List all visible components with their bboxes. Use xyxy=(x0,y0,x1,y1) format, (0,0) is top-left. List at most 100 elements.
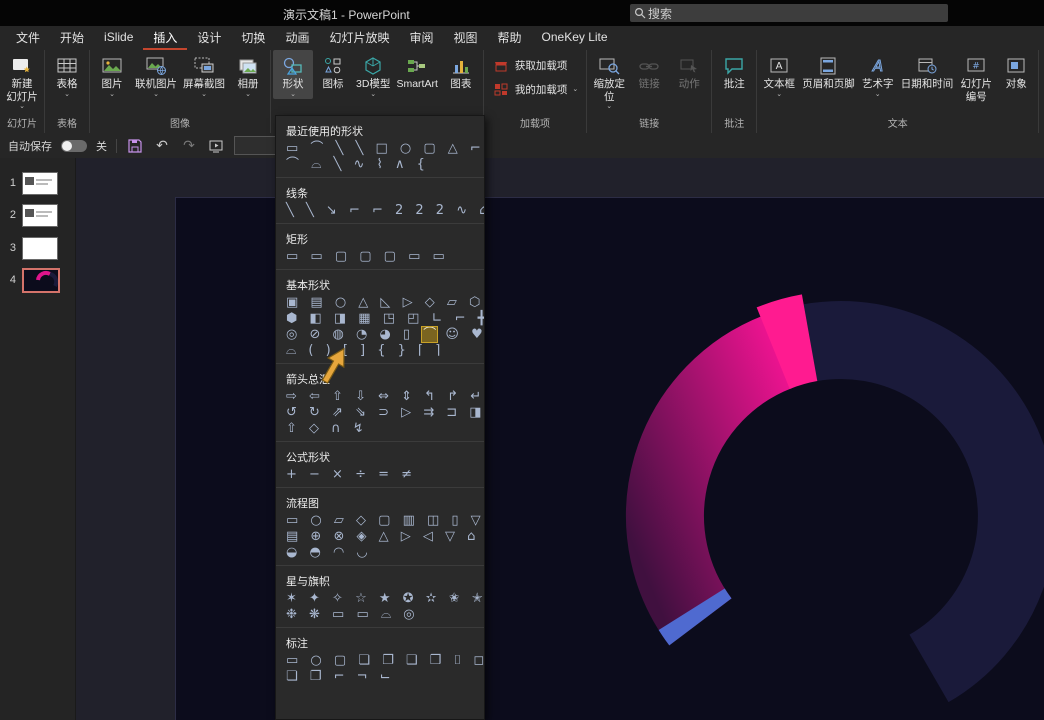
store-icon xyxy=(492,57,510,73)
tab-transitions[interactable]: 切换 xyxy=(231,26,275,50)
group-label-addins: 加载项 xyxy=(486,114,584,133)
tab-insert[interactable]: 插入 xyxy=(143,26,187,50)
thumbnail-preview[interactable] xyxy=(22,204,58,227)
save-icon[interactable] xyxy=(126,137,144,155)
thumbnail-preview-selected[interactable] xyxy=(22,268,60,293)
tab-slideshow[interactable]: 幻灯片放映 xyxy=(319,26,399,50)
photo-album-button[interactable]: 相册 ⌄ xyxy=(228,50,268,99)
shape-row[interactable]: ╲ ╲ ↘ ⌐ ⌐ 2 2 2 ∿ ⌂ ╱ xyxy=(276,203,484,219)
zoom-slide-icon xyxy=(596,54,622,78)
group-label-table: 表格 xyxy=(47,114,87,133)
editing-canvas xyxy=(75,158,1044,720)
table-button[interactable]: 表格 ⌄ xyxy=(47,50,87,99)
get-addins-button[interactable]: 获取加载项 xyxy=(486,54,584,76)
action-button[interactable]: 动作 xyxy=(669,50,709,92)
textbox-button[interactable]: A 文本框 ⌄ xyxy=(759,50,799,99)
shape-row[interactable]: ↺ ↻ ⇗ ⇘ ⊃ ▷ ⇉ ⊐ ◨ ◧ ◫ xyxy=(276,405,484,421)
new-slide-button[interactable]: 新建 幻灯片 ⌄ xyxy=(2,50,42,111)
shape-row[interactable]: ❉ ❋ ▭ ▭ ⌓ ◎ xyxy=(276,607,484,623)
tab-animations[interactable]: 动画 xyxy=(275,26,319,50)
chevron-down-icon: ⌄ xyxy=(19,103,25,110)
tab-onekey-lite[interactable]: OneKey Lite xyxy=(532,26,618,50)
search-box[interactable]: 搜索 xyxy=(630,4,948,22)
3d-model-button[interactable]: 3D模型 ⌄ xyxy=(353,50,393,99)
section-header: 线条 xyxy=(276,182,484,203)
textbox-icon: A xyxy=(766,54,792,78)
arc-shape-highlighted[interactable]: ⌒ xyxy=(422,327,437,342)
chevron-down-icon: ⌄ xyxy=(606,103,612,110)
shape-row[interactable]: + − × ÷ = ≠ xyxy=(276,467,484,483)
tab-file[interactable]: 文件 xyxy=(6,26,50,50)
workspace: 1 2 3 4 xyxy=(0,158,1044,720)
my-addins-button[interactable]: 我的加载项 ⌄ xyxy=(486,78,584,100)
shape-row[interactable]: ▭ ○ ▱ ◇ ▢ ▥ ◫ ▯ ▽ ◁ △ xyxy=(276,513,484,529)
online-picture-button[interactable]: 联机图片 ⌄ xyxy=(132,50,180,99)
screenshot-button[interactable]: 屏幕截图 ⌄ xyxy=(180,50,228,99)
object-icon xyxy=(1003,54,1029,78)
redo-icon[interactable]: ↷ xyxy=(180,137,198,155)
smartart-icon xyxy=(404,54,430,78)
slideshow-grid-icon[interactable] xyxy=(207,137,225,155)
my-addins-icon xyxy=(492,81,510,97)
slide-thumbnail-1[interactable]: 1 xyxy=(0,170,75,196)
chart-button[interactable]: 图表 xyxy=(441,50,481,92)
tab-home[interactable]: 开始 xyxy=(50,26,94,50)
shape-row[interactable]: ▤ ⊕ ⊗ ◈ △ ▷ ◁ ▽ ⌂ ◊ ⬡ xyxy=(276,529,484,545)
section-block-arrows: 箭头总汇 ⇨ ⇦ ⇧ ⇩ ⇔ ⇕ ↰ ↱ ↵ ↴ ⇗ ↺ ↻ ⇗ ⇘ ⊃ ▷ ⇉… xyxy=(276,363,484,437)
comment-button[interactable]: 批注 xyxy=(714,50,754,92)
shapes-button[interactable]: 形状 ⌄ xyxy=(273,50,313,99)
tab-view[interactable]: 视图 xyxy=(443,26,487,50)
shape-row[interactable]: ❏ ❐ ⌐ ¬ ⌙ xyxy=(276,669,484,685)
shape-row[interactable]: ⇨ ⇦ ⇧ ⇩ ⇔ ⇕ ↰ ↱ ↵ ↴ ⇗ xyxy=(276,389,484,405)
zoom-button[interactable]: 缩放定 位 ⌄ xyxy=(589,50,629,111)
autosave-toggle[interactable] xyxy=(61,140,87,152)
autosave-label: 自动保存 xyxy=(8,138,52,154)
tab-design[interactable]: 设计 xyxy=(187,26,231,50)
search-icon xyxy=(634,7,646,19)
chart-icon xyxy=(448,54,474,78)
shape-row-with-highlight[interactable]: ◎ ⊘ ◍ ◔ ◕ ▯ ⌒ ☺ ♥ ☾ ☽ ☁ xyxy=(276,327,484,343)
shape-row[interactable]: ▣ ▤ ○ △ ◺ ▷ ◇ ▱ ⬡ ⬢ ⊙ xyxy=(276,295,484,311)
shape-row[interactable]: ⇧ ◇ ∩ ↯ xyxy=(276,421,484,437)
smartart-button[interactable]: SmartArt xyxy=(393,50,440,92)
wordart-icon: A xyxy=(865,54,891,78)
chevron-down-icon: ⌄ xyxy=(245,91,251,98)
action-icon xyxy=(676,54,702,78)
section-header: 星与旗帜 xyxy=(276,570,484,591)
shape-row[interactable]: ✶ ✦ ✧ ☆ ★ ✪ ✫ ✬ ✭ ✮ ✯ ❂ xyxy=(276,591,484,607)
shape-row[interactable]: ⌓ ( ) [ ] { } ⌈ ⌉ xyxy=(276,343,484,359)
slide-thumbnail-4[interactable]: 4 xyxy=(0,267,75,293)
ribbon: 新建 幻灯片 ⌄ 幻灯片 表格 ⌄ 表格 图片 ⌄ xyxy=(0,50,1044,134)
tab-islide[interactable]: iSlide xyxy=(94,26,143,50)
slide-thumbnail-2[interactable]: 2 xyxy=(0,202,75,228)
thumbnail-preview[interactable] xyxy=(22,237,58,260)
3d-model-icon xyxy=(360,54,386,78)
wordart-button[interactable]: A 艺术字 ⌄ xyxy=(858,50,898,99)
picture-button[interactable]: 图片 ⌄ xyxy=(92,50,132,99)
group-label-comments: 批注 xyxy=(714,114,754,133)
tab-review[interactable]: 审阅 xyxy=(399,26,443,50)
section-rectangles: 矩形 ▭ ▭ ▢ ▢ ▢ ▭ ▭ xyxy=(276,223,484,265)
slide-thumbnail-3[interactable]: 3 xyxy=(0,235,75,261)
object-button[interactable]: 对象 xyxy=(996,50,1036,92)
shape-row[interactable]: ▭ ▭ ▢ ▢ ▢ ▭ ▭ xyxy=(276,249,484,265)
slide-number-button[interactable]: # 幻灯片 编号 xyxy=(956,50,996,104)
section-header: 矩形 xyxy=(276,228,484,249)
shape-row[interactable]: ◒ ◓ ◠ ◡ xyxy=(276,545,484,561)
svg-text:#: # xyxy=(972,62,980,72)
link-button[interactable]: 链接 xyxy=(629,50,669,92)
shape-row[interactable]: ▭ ○ ▢ ❏ ❐ ❑ ❒ ⌷ ◻ xyxy=(276,653,484,669)
date-time-button[interactable]: 日期和时间 xyxy=(898,50,957,92)
shape-row[interactable]: ⬢ ◧ ◨ ▦ ◳ ◰ ∟ ⌐ ╋ ▥ ▧ xyxy=(276,311,484,327)
shape-row[interactable]: ⌒ ⌓ ╲ ∿ ⌇ ∧ { xyxy=(276,157,484,173)
section-equation-shapes: 公式形状 + − × ÷ = ≠ xyxy=(276,441,484,483)
thumbnail-preview[interactable] xyxy=(22,172,58,195)
shape-row[interactable]: ▭ ⌒ ╲ ╲ □ ○ ▢ △ ⌐ ⌐ ⇨ xyxy=(276,141,484,157)
ribbon-tab-bar: 文件 开始 iSlide 插入 设计 切换 动画 幻灯片放映 审阅 视图 帮助 … xyxy=(0,26,1044,50)
tab-help[interactable]: 帮助 xyxy=(488,26,532,50)
undo-icon[interactable]: ↶ xyxy=(153,137,171,155)
icons-button[interactable]: 图标 xyxy=(313,50,353,92)
group-symbols: π 公式 ⌄ Ω 符号 符号 xyxy=(1039,50,1044,133)
header-footer-button[interactable]: 页眉和页脚 xyxy=(799,50,858,92)
group-label-slides: 幻灯片 xyxy=(2,114,42,133)
